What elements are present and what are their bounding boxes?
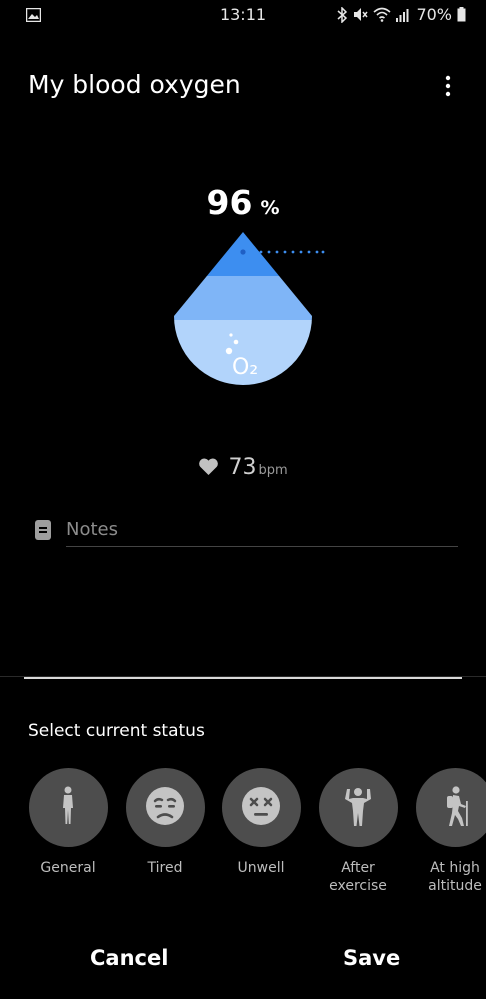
unwell-face-icon (241, 786, 281, 830)
standing-person-icon (58, 786, 78, 830)
status-label: General (40, 860, 96, 876)
more-vertical-icon[interactable] (436, 74, 460, 98)
heart-icon (198, 458, 228, 478)
battery-percent: 70% (416, 5, 452, 24)
status-label: Tired (147, 860, 183, 876)
battery-icon (457, 7, 466, 22)
notes-input[interactable] (66, 512, 458, 547)
spo2-value: 96 (206, 183, 253, 222)
status-section-title: Select current status (28, 721, 205, 741)
save-button[interactable]: Save (343, 946, 400, 970)
spo2-reading: 96% (0, 183, 486, 222)
cancel-button[interactable]: Cancel (90, 946, 168, 970)
status-label: At high altitude (428, 860, 482, 894)
spo2-unit: % (260, 197, 280, 219)
tired-face-icon (145, 786, 185, 830)
status-option-after-exercise[interactable]: After exercise (310, 768, 406, 895)
heart-rate-value: 73 (228, 455, 257, 480)
status-circle (125, 768, 205, 847)
sheet-accent-line (24, 677, 462, 679)
oxygen-drop-graphic: O₂ (160, 228, 330, 414)
flexing-person-icon (343, 785, 373, 831)
page-title: My blood oxygen (28, 70, 241, 99)
status-bar: 13:11 70% (0, 0, 486, 30)
wifi-icon (373, 7, 391, 22)
signal-icon (396, 8, 411, 22)
o2-label: O₂ (232, 355, 258, 380)
status-option-unwell[interactable]: Unwell (213, 768, 309, 877)
status-circle (28, 768, 108, 847)
heart-rate-unit: bpm (258, 463, 288, 478)
heart-rate: 73 bpm (0, 455, 486, 480)
status-label: Unwell (237, 860, 285, 876)
status-label: After exercise (329, 860, 387, 894)
hiker-icon (439, 785, 471, 831)
status-option-high-altitude[interactable]: At high altitude (407, 768, 486, 895)
notes-icon (35, 520, 51, 544)
status-option-tired[interactable]: Tired (117, 768, 213, 877)
bluetooth-icon (337, 6, 348, 23)
status-circle (318, 768, 398, 847)
status-circle (415, 768, 486, 847)
status-circle (221, 768, 301, 847)
status-icons: 70% (337, 5, 466, 24)
status-option-general[interactable]: General (20, 768, 116, 877)
mute-icon (353, 7, 369, 22)
